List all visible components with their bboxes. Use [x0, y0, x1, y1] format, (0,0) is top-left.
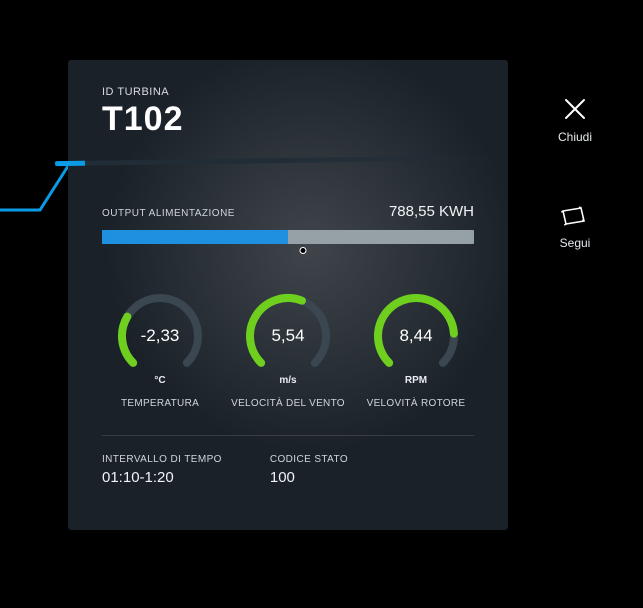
stage: ID TURBINA T102 OUTPUT ALIMENTAZIONE 788… — [0, 0, 643, 608]
gauge-2: 8,44RPM VELOVITÀ ROTORE — [358, 288, 474, 409]
gauge-value: 8,44 — [368, 288, 464, 384]
close-label: Chiudi — [558, 130, 592, 144]
turbine-id: T102 — [102, 100, 474, 139]
gauge-value: -2,33 — [112, 288, 208, 384]
interval-value: 01:10-1:20 — [102, 469, 222, 486]
close-button[interactable]: Chiudi — [558, 96, 592, 144]
power-progress-marker — [299, 247, 306, 254]
interval-label: INTERVALLO DI TEMPO — [102, 454, 222, 465]
gauge-unit: m/s — [240, 375, 336, 386]
side-actions: Chiudi Segui — [540, 96, 610, 250]
camera-icon — [560, 204, 590, 228]
divider — [102, 435, 474, 436]
gauge-caption: TEMPERATURA — [102, 398, 218, 409]
gauge-caption: VELOVITÀ ROTORE — [358, 398, 474, 409]
code-label: CODICE STATO — [270, 454, 348, 465]
gauge-unit: °C — [112, 375, 208, 386]
power-progress-fill — [102, 230, 288, 244]
code-value: 100 — [270, 469, 348, 486]
gauges-row: -2,33°C TEMPERATURA 5,54m/s VELOCITÀ DEL VE… — [102, 288, 474, 409]
panel-header: ID TURBINA T102 — [102, 86, 474, 139]
power-label: OUTPUT ALIMENTAZIONE — [102, 208, 235, 219]
gauge-value: 5,54 — [240, 288, 336, 384]
turbine-panel: ID TURBINA T102 OUTPUT ALIMENTAZIONE 788… — [68, 60, 508, 530]
close-icon — [562, 96, 588, 122]
footer-interval: INTERVALLO DI TEMPO 01:10-1:20 — [102, 454, 222, 486]
power-value: 788,55 KWH — [389, 203, 474, 220]
gauge-0: -2,33°C TEMPERATURA — [102, 288, 218, 409]
footer-code: CODICE STATO 100 — [270, 454, 348, 486]
eyebrow-label: ID TURBINA — [102, 86, 474, 98]
gauge-dial: 5,54m/s — [240, 288, 336, 384]
follow-button[interactable]: Segui — [560, 204, 591, 250]
gauge-unit: RPM — [368, 375, 464, 386]
gauge-dial: -2,33°C — [112, 288, 208, 384]
power-progress — [102, 230, 474, 244]
gauge-dial: 8,44RPM — [368, 288, 464, 384]
power-section: OUTPUT ALIMENTAZIONE 788,55 KWH — [102, 203, 474, 244]
footer-row: INTERVALLO DI TEMPO 01:10-1:20 CODICE ST… — [102, 454, 474, 486]
gauge-1: 5,54m/s VELOCITÀ DEL VENTO — [230, 288, 346, 409]
gauge-caption: VELOCITÀ DEL VENTO — [230, 398, 346, 409]
follow-label: Segui — [560, 236, 591, 250]
